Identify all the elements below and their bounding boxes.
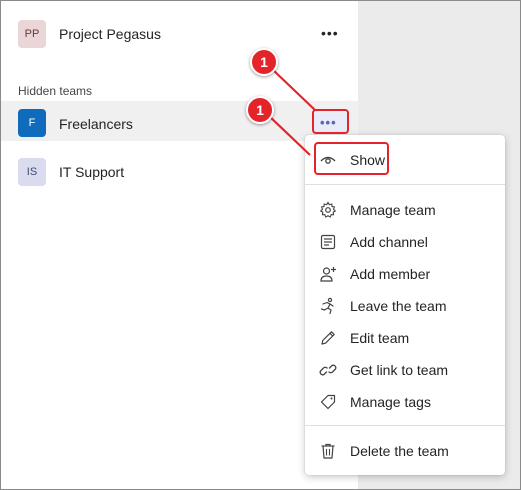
callout-badge: 1 [246, 96, 274, 124]
callout-line-1 [271, 68, 316, 111]
callout-badge: 1 [250, 48, 278, 76]
highlight-show-item [314, 142, 389, 175]
highlight-more-button [312, 109, 349, 134]
callout-line-2 [267, 114, 311, 156]
